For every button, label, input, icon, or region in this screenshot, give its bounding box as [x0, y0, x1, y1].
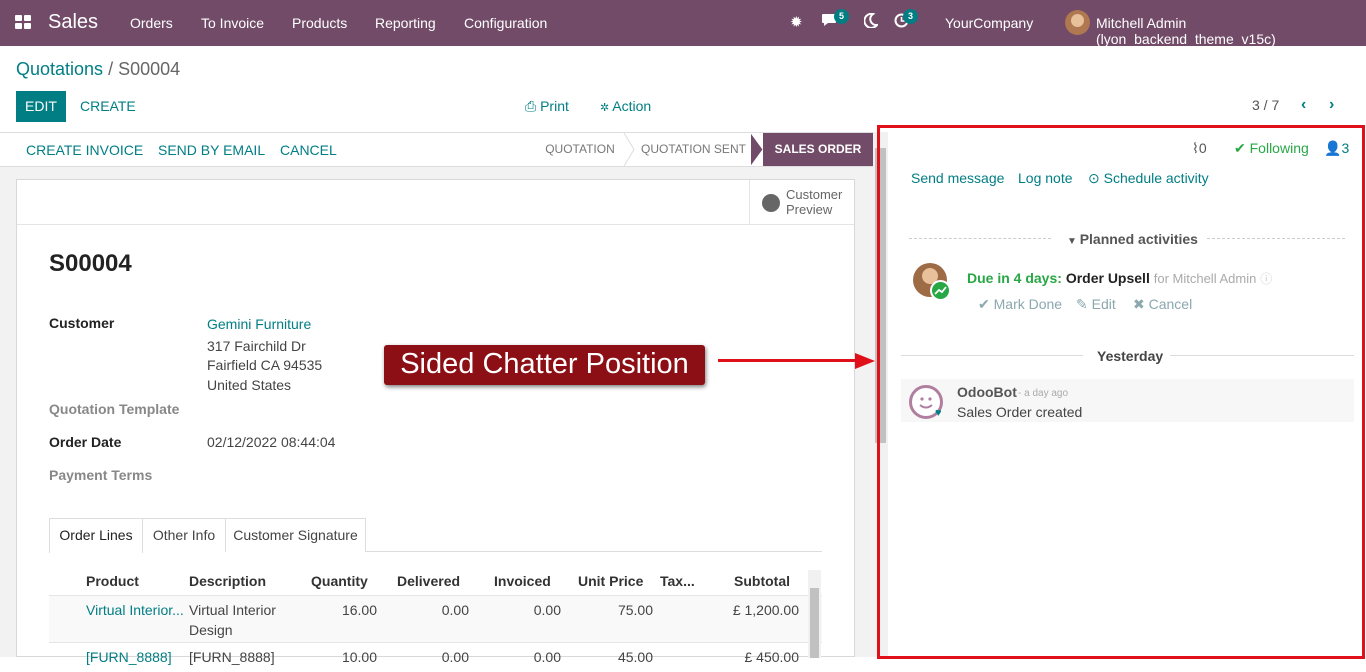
menu-reporting[interactable]: Reporting [375, 15, 436, 31]
action-dropdown[interactable]: ✲ Action [600, 98, 651, 114]
row-description: [FURN_8888] [189, 649, 275, 665]
annotation-callout: Sided Chatter Position [384, 345, 705, 385]
chat-count-badge: 5 [834, 9, 849, 24]
column-header-unit-price[interactable]: Unit Price [578, 573, 643, 589]
pager-previous-icon[interactable]: ‹ [1301, 96, 1306, 114]
form-sheet: Customer Preview S00004 Customer Gemini F… [16, 179, 855, 665]
breadcrumb: Quotations / S00004 [16, 59, 180, 80]
stage-quotation[interactable]: QUOTATION [535, 133, 625, 166]
customer-link[interactable]: Gemini Furniture [207, 316, 311, 332]
customer-preview-button[interactable]: Customer Preview [749, 180, 854, 224]
globe-icon [762, 194, 780, 212]
create-button[interactable]: CREATE [80, 98, 136, 114]
column-header-product[interactable]: Product [86, 573, 139, 589]
row-quantity: 10.00 [341, 649, 377, 665]
create-invoice-button[interactable]: CREATE INVOICE [26, 142, 143, 158]
address-line: United States [207, 377, 292, 393]
customer-preview-line1: Customer [786, 187, 843, 202]
annotation-highlight-box [877, 125, 1365, 659]
menu-products[interactable]: Products [292, 15, 347, 31]
moon-icon[interactable] [863, 12, 880, 32]
user-avatar[interactable] [1065, 10, 1090, 35]
breadcrumb-current: S00004 [118, 59, 181, 79]
print-icon: ⎙ [525, 98, 541, 114]
customer-label: Customer [49, 315, 115, 331]
apps-menu-icon[interactable] [15, 15, 32, 30]
print-label: Print [540, 98, 569, 114]
row-quantity: 16.00 [341, 602, 377, 618]
annotation-arrow-head [855, 353, 875, 369]
annotation-arrow [718, 359, 858, 362]
gear-icon: ✲ [600, 102, 613, 114]
company-switcher[interactable]: YourCompany [945, 15, 1033, 31]
row-delivered: 0.00 [441, 602, 469, 618]
menu-orders[interactable]: Orders [130, 15, 173, 31]
address-line: Fairfield CA 94535 [207, 357, 323, 373]
cancel-order-button[interactable]: CANCEL [280, 142, 337, 158]
column-header-subtotal[interactable]: Subtotal [734, 573, 790, 589]
address-line: 317 Fairchild Dr [207, 338, 306, 354]
table-row[interactable]: [FURN_8888] [FURN_8888] 10.00 0.00 0.00 … [49, 642, 822, 672]
stage-quotation-sent[interactable]: QUOTATION SENT [635, 133, 752, 166]
row-description: Design [189, 622, 233, 638]
bug-icon[interactable]: ✹ [790, 13, 803, 31]
send-by-email-button[interactable]: SEND BY EMAIL [158, 142, 265, 158]
column-header-invoiced[interactable]: Invoiced [494, 573, 551, 589]
row-unit-price: 45.00 [617, 649, 653, 665]
customer-preview-line2: Preview [786, 202, 833, 217]
tab-other-info[interactable]: Other Info [142, 518, 226, 552]
activity-count-badge: 3 [903, 9, 918, 24]
edit-button[interactable]: EDIT [16, 91, 66, 122]
row-invoiced: 0.00 [533, 602, 561, 618]
print-dropdown[interactable]: ⎙ Print [525, 98, 569, 115]
row-unit-price: 75.00 [617, 602, 653, 618]
table-scrollbar[interactable] [808, 570, 821, 658]
order-reference: S00004 [49, 250, 132, 277]
stage-separator [623, 133, 635, 166]
table-row[interactable]: Virtual Interior... Virtual Interior Des… [49, 595, 822, 642]
column-header-delivered[interactable]: Delivered [397, 573, 460, 589]
menu-to-invoice[interactable]: To Invoice [201, 15, 264, 31]
user-menu[interactable]: Mitchell Admin (lyon_backend_theme_v15c) [1096, 15, 1366, 47]
breadcrumb-separator: / [103, 59, 119, 79]
row-description: Virtual Interior [189, 602, 276, 618]
pager-value[interactable]: 3 / 7 [1252, 97, 1279, 113]
row-invoiced: 0.00 [533, 649, 561, 665]
column-header-quantity[interactable]: Quantity [311, 573, 368, 589]
row-product[interactable]: Virtual Interior... [86, 602, 184, 618]
top-navbar: Sales Orders To Invoice Products Reporti… [0, 0, 1366, 47]
order-date-label: Order Date [49, 434, 122, 450]
row-subtotal: £ 450.00 [744, 649, 800, 665]
status-bar: CREATE INVOICE SEND BY EMAIL CANCEL QUOT… [0, 132, 873, 167]
button-box: Customer Preview [17, 180, 854, 225]
column-header-taxes[interactable]: Tax... [660, 573, 695, 589]
menu-configuration[interactable]: Configuration [464, 15, 547, 31]
tab-order-lines[interactable]: Order Lines [49, 518, 143, 553]
quotation-template-label: Quotation Template [49, 401, 180, 417]
pager-next-icon[interactable]: › [1329, 96, 1334, 114]
payment-terms-label: Payment Terms [49, 467, 153, 483]
column-header-description[interactable]: Description [189, 573, 266, 589]
tab-customer-signature[interactable]: Customer Signature [225, 518, 366, 552]
action-label: Action [612, 98, 652, 114]
notebook-tabs: Order Lines Other Info Customer Signatur… [49, 518, 822, 553]
row-product[interactable]: [FURN_8888] [86, 649, 172, 665]
breadcrumb-quotations[interactable]: Quotations [16, 59, 103, 79]
customer-preview-label: Customer Preview [786, 187, 842, 217]
stage-arrow [751, 133, 763, 166]
row-delivered: 0.00 [441, 649, 469, 665]
stage-sales-order[interactable]: SALES ORDER [763, 133, 873, 166]
row-subtotal: £ 1,200.00 [732, 602, 799, 618]
app-name[interactable]: Sales [48, 11, 98, 34]
order-date-value: 02/12/2022 08:44:04 [207, 434, 336, 450]
